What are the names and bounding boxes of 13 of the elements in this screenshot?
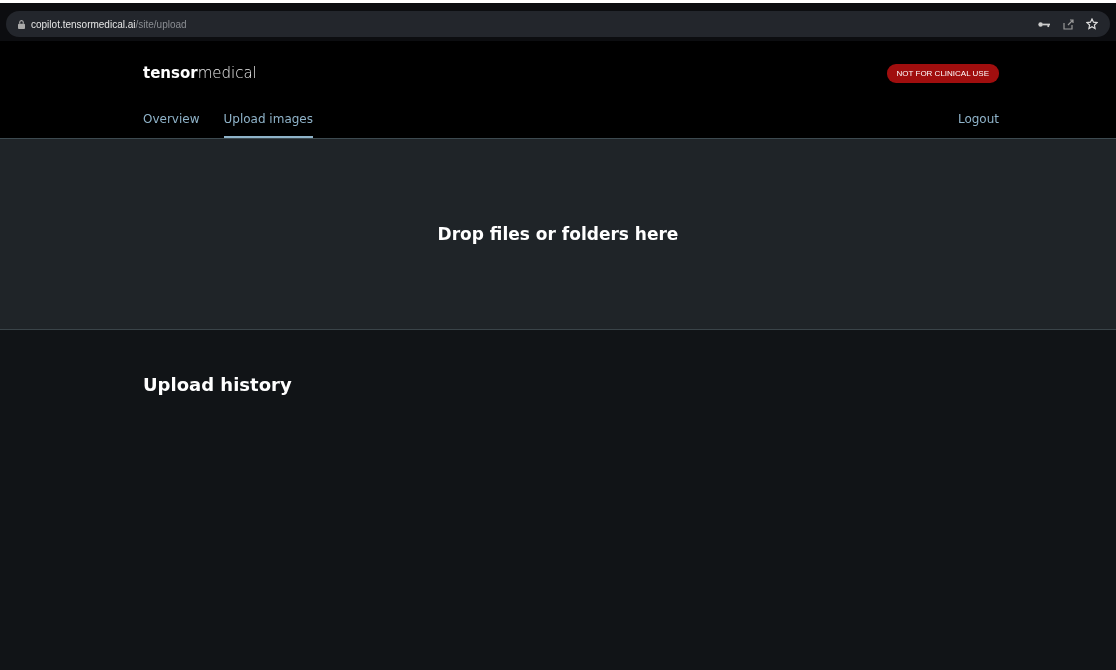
key-icon[interactable] xyxy=(1038,20,1050,28)
star-icon[interactable] xyxy=(1086,18,1098,30)
warning-badge: NOT FOR CLINICAL USE xyxy=(886,63,999,83)
nav-tab[interactable]: Overview xyxy=(143,112,200,138)
share-icon[interactable] xyxy=(1062,18,1074,30)
address-bar[interactable]: copilot.tensormedical.ai/site/upload xyxy=(6,11,1110,37)
drop-zone-text: Drop files or folders here xyxy=(437,224,679,244)
section-heading: Upload history xyxy=(143,374,293,395)
url-text: copilot.tensormedical.ai/site/upload xyxy=(31,18,187,30)
logo-text: tensormedical xyxy=(143,64,257,82)
drop-zone[interactable]: Drop files or folders here xyxy=(0,139,1116,330)
logout-link[interactable]: Logout xyxy=(957,112,999,138)
lock-icon xyxy=(18,19,25,29)
